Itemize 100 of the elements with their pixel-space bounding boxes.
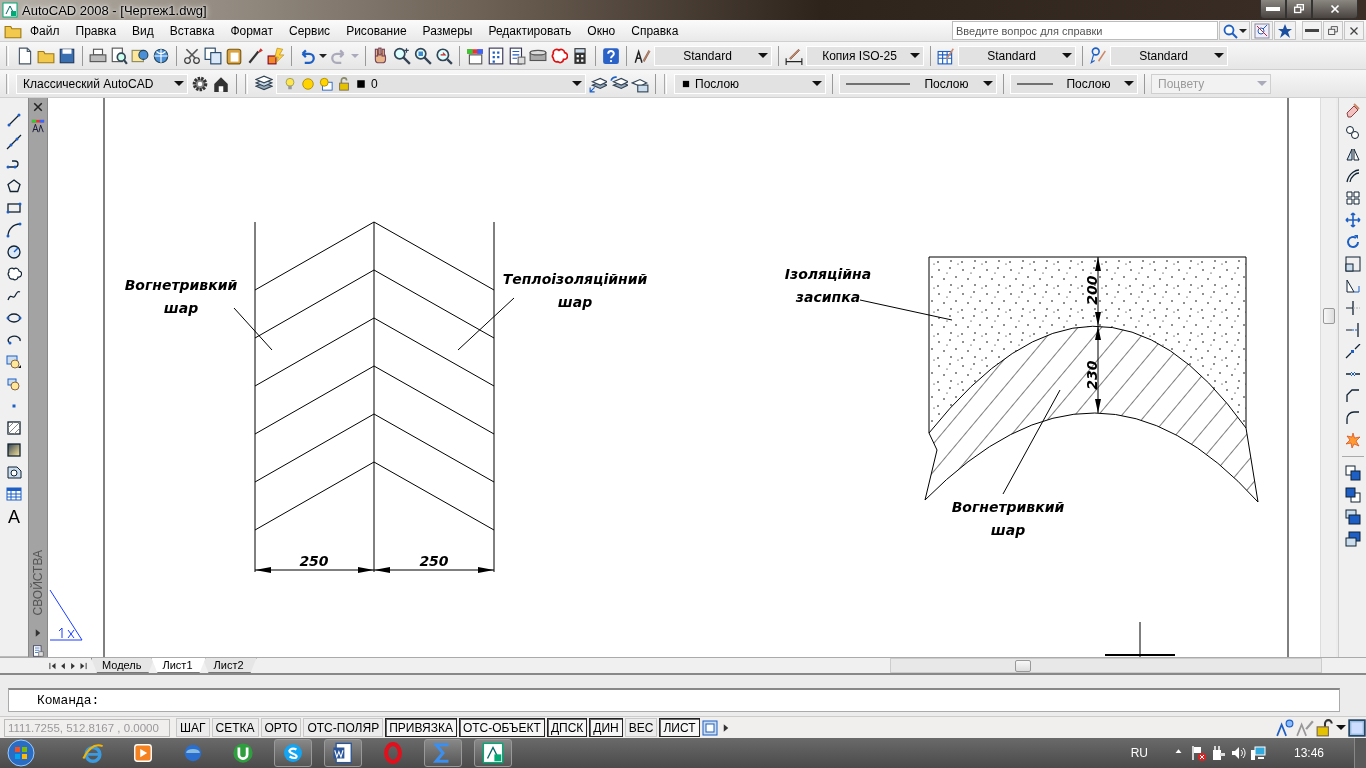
printer-icon[interactable] [89,46,107,65]
chamfer-icon[interactable] [1344,388,1361,404]
paste-icon[interactable] [225,46,243,65]
extend-icon[interactable] [1344,322,1361,338]
status-toggle[interactable]: ДПСК [546,718,588,737]
status-toggle[interactable]: ОТС-ОБЪЕКТ [458,718,545,737]
save-icon[interactable] [58,46,76,65]
draw-order-icon[interactable] [1344,465,1361,481]
status-toggle[interactable]: ДИН [589,718,623,737]
close-icon[interactable] [32,101,44,113]
line-icon[interactable] [6,112,22,128]
taskbar-button[interactable] [324,739,362,767]
network-icon[interactable] [1249,745,1266,761]
lightning-icon[interactable] [267,46,285,65]
menu-item[interactable]: Формат [222,23,282,38]
color-dropdown[interactable]: Послою [674,73,826,94]
vertical-scrollbar[interactable] [1320,98,1336,657]
layout-tab[interactable]: Лист2 [202,658,257,673]
language-indicator[interactable]: RU [1130,746,1148,760]
horizontal-scrollbar[interactable] [890,658,1322,673]
zoom-window-icon[interactable] [414,46,432,65]
help-search-field[interactable]: Введите вопрос для справки [952,21,1218,40]
text-tool-button[interactable]: A [8,508,20,526]
grid-icon[interactable] [487,46,505,65]
caret-icon[interactable] [319,53,327,58]
workspace-dropdown[interactable]: Классический AutoCAD [16,73,188,94]
menu-item[interactable]: Вставка [161,23,223,38]
gear-icon[interactable] [191,74,209,93]
search-button[interactable] [1219,21,1250,40]
brush-icon[interactable] [246,46,264,65]
status-toggle[interactable]: ШАГ [176,718,210,737]
zoom-icon[interactable] [393,46,411,65]
menu-item[interactable]: Окно [579,23,624,38]
close-button[interactable] [1312,0,1358,19]
copy-icon[interactable] [204,46,222,65]
globe-icon[interactable] [152,46,170,65]
array-icon[interactable] [1344,190,1361,206]
table-icon[interactable] [6,486,22,502]
status-toggle[interactable]: ОРТО [260,718,302,737]
text-style-icon[interactable] [633,46,651,65]
communication-button[interactable] [1251,21,1273,40]
status-toggle[interactable]: ЛИСТ [659,718,700,737]
rectangle-icon[interactable] [6,200,22,216]
trim-icon[interactable] [1344,300,1361,316]
calculator-icon[interactable] [571,46,589,65]
layer-dropdown[interactable]: 0 [276,73,586,94]
volume-icon[interactable] [1229,745,1246,761]
layers-icon[interactable] [255,74,273,93]
rotate-icon[interactable] [1344,234,1361,250]
multileader-style-dropdown[interactable]: Standard [1110,45,1228,66]
table-style-dropdown[interactable]: Standard [958,45,1076,66]
annotation-icon[interactable] [1276,718,1294,737]
clean-screen-icon[interactable] [1348,718,1366,737]
cloud-icon[interactable] [6,266,22,282]
menu-item[interactable]: Редактировать [480,23,580,38]
explode-icon[interactable] [1344,432,1361,448]
close-drawing-button[interactable] [1344,21,1364,40]
status-toggle[interactable]: СЕТКА [211,718,259,737]
favorites-button[interactable] [1274,21,1296,40]
sheet-icon[interactable] [508,46,526,65]
taskbar-button[interactable] [474,739,512,767]
polygon-icon[interactable] [6,178,22,194]
mirror-icon[interactable] [1344,146,1361,162]
scissors-icon[interactable] [183,46,201,65]
clock[interactable]: 13:46 [1293,746,1324,760]
linetype-dropdown[interactable]: Послою [839,73,997,94]
new-file-icon[interactable] [16,46,34,65]
dimension-style-icon[interactable] [785,46,803,65]
gradient-icon[interactable] [6,442,22,458]
ellipse-icon[interactable] [6,310,22,326]
status-toggle[interactable]: ОТС-ПОЛЯР [303,718,384,737]
minimize-drawing-button[interactable] [1302,21,1322,40]
arc-icon[interactable] [6,222,22,238]
menu-item[interactable]: Файл [22,23,68,38]
lineweight-dropdown[interactable]: Послою [1010,73,1138,94]
menu-item[interactable]: Правка [67,23,125,38]
break-icon[interactable] [1344,344,1361,360]
maximize-viewport-icon[interactable] [701,719,718,736]
status-toggle[interactable]: ПРИВЯЗКА [385,718,457,737]
menu-item[interactable]: Рисование [338,23,415,38]
print-preview-icon[interactable] [110,46,128,65]
scroll-thumb[interactable] [1323,308,1335,324]
move-icon[interactable] [1344,212,1361,228]
menu-item[interactable]: Справка [623,23,687,38]
hatch-icon[interactable] [6,420,22,436]
fillet-icon[interactable] [1344,410,1361,426]
construction-line-icon[interactable] [6,134,22,150]
copy-object-icon[interactable] [1344,124,1361,140]
menu-item[interactable]: Вид [124,23,162,38]
help-icon[interactable] [602,46,620,65]
layout-tab[interactable]: Лист1 [151,658,206,673]
zoom-previous-icon[interactable] [435,46,453,65]
flag-icon[interactable] [1189,745,1206,761]
dimension-style-dropdown[interactable]: Копия ISO-25 [806,45,924,66]
minimize-button[interactable] [1260,0,1286,19]
caret-icon[interactable] [1336,725,1346,730]
menu-item[interactable]: Сервис [281,23,339,38]
offset-icon[interactable] [1344,168,1361,184]
text-style-dropdown[interactable]: Standard [654,45,772,66]
scale-icon[interactable] [1344,256,1361,272]
